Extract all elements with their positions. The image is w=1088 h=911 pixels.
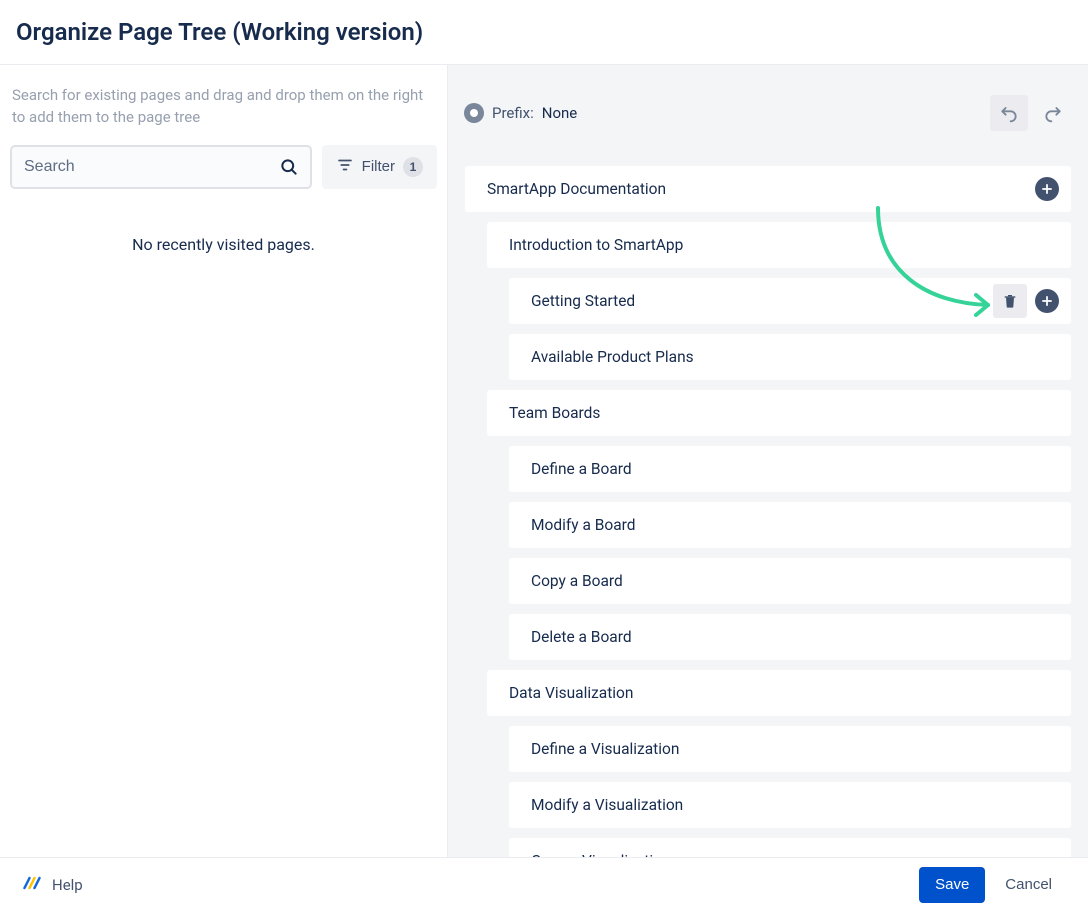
tree-panel: Prefix: None SmartApp Documentation: [448, 65, 1088, 857]
undo-button[interactable]: [990, 95, 1028, 131]
search-input[interactable]: [24, 158, 278, 176]
prefix-value: None: [542, 104, 578, 122]
help-logo-icon: [22, 873, 42, 897]
dialog-header: Organize Page Tree (Working version): [0, 0, 1088, 64]
filter-count-badge: 1: [403, 157, 423, 177]
redo-button[interactable]: [1034, 95, 1072, 131]
tree-row-label: Data Visualization: [509, 684, 633, 702]
main-content: Search for existing pages and drag and d…: [0, 64, 1088, 857]
tree-row-label: SmartApp Documentation: [487, 180, 666, 198]
tree-row[interactable]: Introduction to SmartApp: [486, 221, 1072, 269]
tree-row-label: Define a Visualization: [531, 740, 679, 758]
prefix-indicator[interactable]: Prefix: None: [464, 103, 577, 123]
add-child-button[interactable]: [1035, 289, 1059, 313]
filter-icon: [336, 156, 354, 178]
tree-row-label: Introduction to SmartApp: [509, 236, 683, 254]
tree-row[interactable]: Modify a Visualization: [508, 781, 1072, 829]
tree-row-label: Delete a Board: [531, 628, 632, 646]
tree-row-label: Define a Board: [531, 460, 632, 478]
search-icon: [278, 156, 300, 178]
delete-button[interactable]: [993, 284, 1027, 318]
tree-row-label: Copy a Board: [531, 572, 623, 590]
dialog-title: Organize Page Tree (Working version): [16, 18, 1072, 46]
add-child-button[interactable]: [1035, 177, 1059, 201]
tree-row[interactable]: Data Visualization: [486, 669, 1072, 717]
tree-toolbar: Prefix: None: [464, 95, 1072, 131]
tree-row-label: Available Product Plans: [531, 348, 694, 366]
tree-row[interactable]: Available Product Plans: [508, 333, 1072, 381]
tree-row-root[interactable]: SmartApp Documentation: [464, 165, 1072, 213]
visibility-icon: [464, 103, 484, 123]
tree-row-label: Team Boards: [509, 404, 600, 422]
tree-row-label: Getting Started: [531, 292, 635, 310]
filter-button[interactable]: Filter 1: [322, 145, 437, 189]
search-panel: Search for existing pages and drag and d…: [0, 65, 448, 857]
tree-row-label: Modify a Board: [531, 516, 636, 534]
tree-row-selected[interactable]: Getting Started: [508, 277, 1072, 325]
search-row: Filter 1: [10, 145, 437, 189]
filter-label: Filter: [362, 158, 395, 175]
help-label: Help: [52, 876, 83, 894]
tree-row-label: Modify a Visualization: [531, 796, 683, 814]
prefix-label: Prefix:: [492, 104, 534, 122]
recent-empty-message: No recently visited pages.: [10, 189, 437, 300]
help-link[interactable]: Help: [22, 873, 83, 897]
search-instruction: Search for existing pages and drag and d…: [10, 85, 437, 145]
tree-row[interactable]: Modify a Board: [508, 501, 1072, 549]
cancel-button[interactable]: Cancel: [991, 867, 1066, 903]
save-button[interactable]: Save: [919, 867, 985, 903]
tree-row-label: Copy a Visualization: [531, 852, 671, 857]
tree-row[interactable]: Delete a Board: [508, 613, 1072, 661]
tree-row[interactable]: Copy a Board: [508, 557, 1072, 605]
tree-row[interactable]: Define a Visualization: [508, 725, 1072, 773]
tree-row[interactable]: Team Boards: [486, 389, 1072, 437]
search-box[interactable]: [10, 145, 312, 189]
tree-row[interactable]: Copy a Visualization: [508, 837, 1072, 857]
page-tree: SmartApp Documentation Introduction to S…: [464, 165, 1072, 857]
undo-redo-group: [990, 95, 1072, 131]
tree-row[interactable]: Define a Board: [508, 445, 1072, 493]
dialog-footer: Help Save Cancel: [0, 857, 1088, 911]
